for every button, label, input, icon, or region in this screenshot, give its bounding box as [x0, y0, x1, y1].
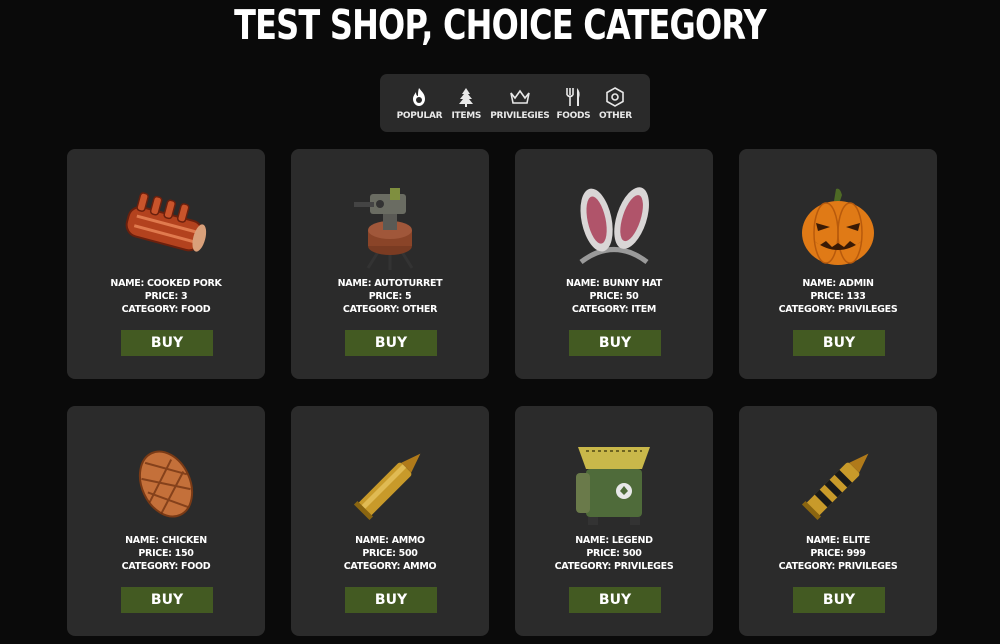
product-price: PRICE: 50	[589, 291, 639, 302]
product-category: CATEGORY: FOOD	[121, 304, 211, 315]
product-price: PRICE: 999	[810, 548, 866, 559]
product-info: NAME: BUNNY HAT PRICE: 50 CATEGORY: ITEM	[515, 277, 713, 316]
product-category: CATEGORY: AMMO	[343, 561, 437, 572]
product-info: NAME: CHICKEN PRICE: 150 CATEGORY: FOOD	[67, 534, 265, 573]
product-price: PRICE: 500	[362, 548, 418, 559]
product-category: CATEGORY: PRIVILEGES	[778, 561, 898, 572]
product-category: CATEGORY: PRIVILEGES	[778, 304, 898, 315]
bunny-hat-image	[564, 177, 664, 277]
buy-button[interactable]: BUY	[345, 330, 437, 356]
product-info: NAME: ELITE PRICE: 999 CATEGORY: PRIVILE…	[739, 534, 937, 573]
ammo-image	[340, 434, 440, 534]
product-card: NAME: ADMIN PRICE: 133 CATEGORY: PRIVILE…	[739, 149, 937, 379]
buy-button[interactable]: BUY	[345, 587, 437, 613]
product-price: PRICE: 500	[586, 548, 642, 559]
product-name: NAME: COOKED PORK	[110, 278, 222, 289]
product-category: CATEGORY: OTHER	[342, 304, 438, 315]
product-name: NAME: ADMIN	[802, 278, 874, 289]
autoturret-image	[340, 177, 440, 277]
product-price: PRICE: 150	[138, 548, 194, 559]
product-card: NAME: AMMO PRICE: 500 CATEGORY: AMMO BUY	[291, 406, 489, 636]
striped-ammo-image	[788, 434, 888, 534]
buy-button[interactable]: BUY	[121, 587, 213, 613]
buy-button[interactable]: BUY	[569, 587, 661, 613]
product-name: NAME: AUTOTURRET	[337, 278, 443, 289]
pumpkin-image	[788, 177, 888, 277]
product-price: PRICE: 133	[810, 291, 866, 302]
product-name: NAME: BUNNY HAT	[566, 278, 662, 289]
product-info: NAME: ADMIN PRICE: 133 CATEGORY: PRIVILE…	[739, 277, 937, 316]
product-card: NAME: LEGEND PRICE: 500 CATEGORY: PRIVIL…	[515, 406, 713, 636]
product-category: CATEGORY: FOOD	[121, 561, 211, 572]
product-name: NAME: CHICKEN	[125, 535, 207, 546]
buy-button[interactable]: BUY	[569, 330, 661, 356]
product-card: NAME: COOKED PORK PRICE: 3 CATEGORY: FOO…	[67, 149, 265, 379]
product-price: PRICE: 5	[368, 291, 412, 302]
product-category: CATEGORY: PRIVILEGES	[554, 561, 674, 572]
product-card: NAME: AUTOTURRET PRICE: 5 CATEGORY: OTHE…	[291, 149, 489, 379]
product-info: NAME: AUTOTURRET PRICE: 5 CATEGORY: OTHE…	[291, 277, 489, 316]
product-name: NAME: LEGEND	[575, 535, 653, 546]
product-price: PRICE: 3	[144, 291, 188, 302]
product-name: NAME: ELITE	[805, 535, 871, 546]
chicken-image	[116, 434, 216, 534]
product-info: NAME: AMMO PRICE: 500 CATEGORY: AMMO	[291, 534, 489, 573]
buy-button[interactable]: BUY	[793, 587, 885, 613]
product-info: NAME: LEGEND PRICE: 500 CATEGORY: PRIVIL…	[515, 534, 713, 573]
product-card: NAME: ELITE PRICE: 999 CATEGORY: PRIVILE…	[739, 406, 937, 636]
product-name: NAME: AMMO	[355, 535, 425, 546]
product-card: NAME: BUNNY HAT PRICE: 50 CATEGORY: ITEM…	[515, 149, 713, 379]
buy-button[interactable]: BUY	[793, 330, 885, 356]
product-category: CATEGORY: ITEM	[571, 304, 657, 315]
buy-button[interactable]: BUY	[121, 330, 213, 356]
recycler-image	[564, 434, 664, 534]
product-card: NAME: CHICKEN PRICE: 150 CATEGORY: FOOD …	[67, 406, 265, 636]
product-grid: NAME: COOKED PORK PRICE: 3 CATEGORY: FOO…	[0, 0, 1000, 644]
product-info: NAME: COOKED PORK PRICE: 3 CATEGORY: FOO…	[67, 277, 265, 316]
cooked-pork-image	[116, 177, 216, 277]
